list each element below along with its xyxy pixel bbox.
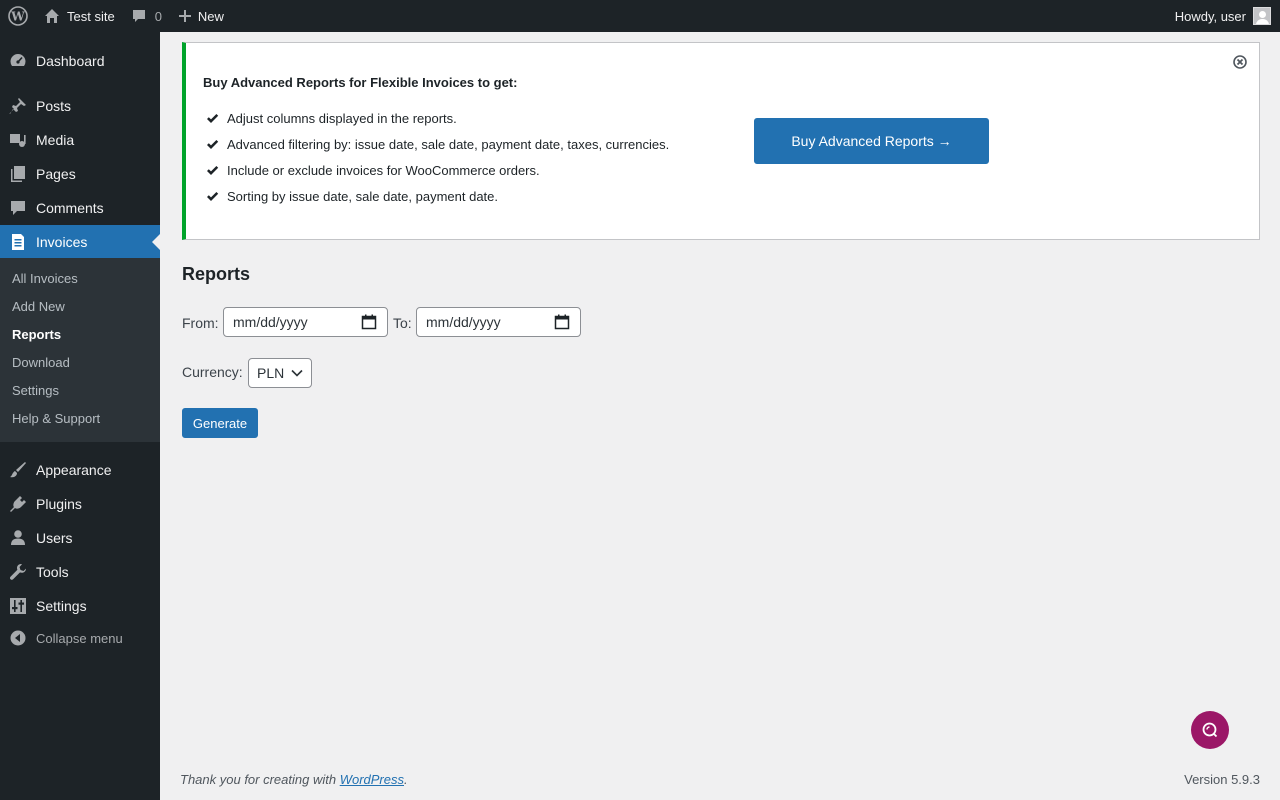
submenu-settings[interactable]: Settings xyxy=(12,381,59,401)
greeting: Howdy, user xyxy=(1174,8,1246,24)
admin-bar: W Test site 0 New Howdy, user xyxy=(0,0,1280,32)
footer-version: Version 5.9.3 xyxy=(1184,772,1260,787)
collapse-menu-button[interactable]: Collapse menu xyxy=(0,621,160,655)
site-name-link[interactable]: Test site xyxy=(34,0,123,32)
wrench-icon xyxy=(0,563,36,581)
comment-icon xyxy=(0,199,36,217)
from-date-input[interactable]: mm/dd/yyyy xyxy=(223,307,388,337)
sidebar-item-dashboard[interactable]: Dashboard xyxy=(0,44,160,78)
page-title: Reports xyxy=(182,264,251,284)
new-label: New xyxy=(197,8,224,24)
collapse-icon xyxy=(0,630,36,646)
search-chat-icon xyxy=(1202,722,1218,738)
invoices-submenu: All Invoices Add New Reports Download Se… xyxy=(0,258,160,442)
currency-label: Currency: xyxy=(182,364,243,380)
generate-button[interactable]: Generate xyxy=(182,408,258,438)
submenu-add-new[interactable]: Add New xyxy=(12,297,65,317)
submenu-all-invoices[interactable]: All Invoices xyxy=(12,269,78,289)
list-item: Include or exclude invoices for WooComme… xyxy=(206,157,669,183)
sidebar-item-tools[interactable]: Tools xyxy=(0,555,160,589)
avatar xyxy=(1253,7,1271,25)
list-item: Advanced filtering by: issue date, sale … xyxy=(206,131,669,157)
sidebar-item-plugins[interactable]: Plugins xyxy=(0,487,160,521)
sidebar-item-comments[interactable]: Comments xyxy=(0,191,160,225)
notice-title: Buy Advanced Reports for Flexible Invoic… xyxy=(203,75,518,90)
admin-sidebar: Dashboard Posts Media Pages Comments Inv… xyxy=(0,32,160,800)
checkmark-icon xyxy=(207,191,219,201)
help-chat-button[interactable] xyxy=(1191,711,1229,749)
checkmark-icon xyxy=(207,165,219,175)
submenu-download[interactable]: Download xyxy=(12,353,70,373)
svg-text:W: W xyxy=(10,10,25,24)
to-label: To: xyxy=(393,315,412,331)
buy-advanced-reports-button[interactable]: Buy Advanced Reports → xyxy=(754,118,989,164)
promo-notice: Buy Advanced Reports for Flexible Invoic… xyxy=(182,42,1260,240)
account-menu[interactable]: Howdy, user xyxy=(1175,0,1280,32)
user-icon xyxy=(0,529,36,547)
dismiss-icon[interactable] xyxy=(1233,55,1247,69)
sidebar-item-users[interactable]: Users xyxy=(0,521,160,555)
currency-select[interactable]: PLN xyxy=(248,358,312,388)
comment-icon xyxy=(132,10,145,22)
sidebar-item-invoices[interactable]: Invoices xyxy=(0,225,160,259)
submenu-reports[interactable]: Reports xyxy=(12,325,61,345)
dashboard-icon xyxy=(0,52,36,70)
list-item: Adjust columns displayed in the reports. xyxy=(206,105,669,131)
plus-icon xyxy=(178,10,191,22)
submenu-help-support[interactable]: Help & Support xyxy=(12,409,100,429)
to-date-input[interactable]: mm/dd/yyyy xyxy=(416,307,581,337)
comments-link[interactable]: 0 xyxy=(123,0,170,32)
list-item: Sorting by issue date, sale date, paymen… xyxy=(206,183,669,209)
from-label: From: xyxy=(182,315,219,331)
pages-icon xyxy=(0,165,36,183)
sidebar-item-pages[interactable]: Pages xyxy=(0,157,160,191)
checkmark-icon xyxy=(207,139,219,149)
invoice-icon xyxy=(0,233,36,251)
media-icon xyxy=(0,131,36,149)
sidebar-item-posts[interactable]: Posts xyxy=(0,89,160,123)
site-name: Test site xyxy=(67,8,115,24)
pin-icon xyxy=(0,97,36,115)
sidebar-item-settings[interactable]: Settings xyxy=(0,589,160,623)
home-icon xyxy=(45,9,59,23)
wordpress-link[interactable]: WordPress xyxy=(340,772,404,787)
sidebar-item-media[interactable]: Media xyxy=(0,123,160,157)
wordpress-logo-icon[interactable]: W xyxy=(0,0,34,32)
notice-feature-list: Adjust columns displayed in the reports.… xyxy=(206,105,669,209)
settings-icon xyxy=(0,597,36,615)
new-content-link[interactable]: New xyxy=(170,0,232,32)
brush-icon xyxy=(0,461,36,479)
calendar-icon[interactable] xyxy=(361,314,377,330)
footer-thanks: Thank you for creating with WordPress. xyxy=(180,772,408,787)
sidebar-item-appearance[interactable]: Appearance xyxy=(0,453,160,487)
chevron-down-icon xyxy=(291,369,303,377)
comments-count: 0 xyxy=(154,8,162,24)
calendar-icon[interactable] xyxy=(554,314,570,330)
plugin-icon xyxy=(0,495,36,513)
checkmark-icon xyxy=(207,113,219,123)
